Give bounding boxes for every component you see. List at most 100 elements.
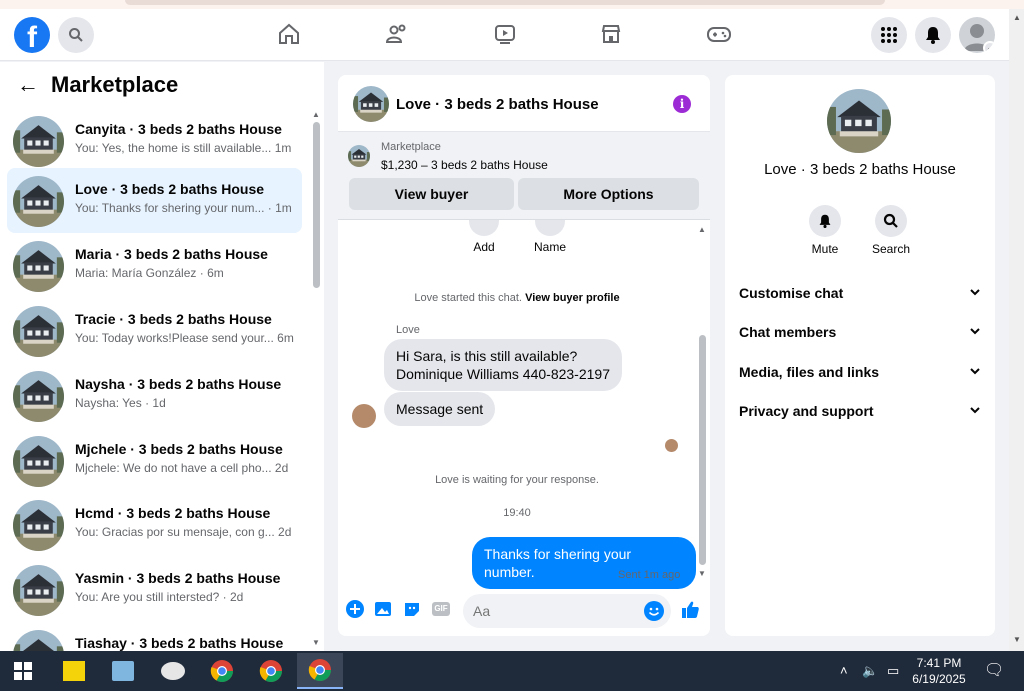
facebook-logo-icon[interactable]: f	[14, 17, 50, 53]
chrome-icon	[308, 659, 331, 681]
listing-thumbnail	[13, 306, 64, 357]
name-label: Name	[534, 240, 567, 254]
info-icon[interactable]: i	[673, 95, 691, 113]
customise-chat-section[interactable]: Customise chat	[739, 285, 981, 301]
conversation-item[interactable]: Maria · 3 beds 2 baths House Maria: Marí…	[7, 233, 302, 298]
listing-thumbnail	[13, 176, 64, 227]
system-clock[interactable]: 7:41 PM 6/19/2025	[905, 655, 973, 687]
notepad-app[interactable]	[100, 653, 146, 689]
add-action[interactable]: Add	[469, 220, 499, 254]
gif-icon[interactable]: GIF	[431, 600, 451, 618]
back-arrow-icon[interactable]: ←	[17, 72, 39, 98]
chrome-profile-2[interactable]	[248, 653, 294, 689]
conversation-item[interactable]: Canyita · 3 beds 2 baths House You: Yes,…	[7, 108, 302, 173]
conversation-preview: Naysha: Yes · 1d	[75, 396, 166, 410]
speaker-icon[interactable]: 🔈	[862, 663, 878, 679]
search-button[interactable]	[58, 17, 94, 53]
chat-details-panel: Love · 3 beds 2 baths House Mute Search …	[725, 75, 995, 636]
inbox-scrollbar[interactable]: ▲ ▼	[310, 110, 322, 650]
chat-members-section[interactable]: Chat members	[739, 324, 981, 340]
conversation-item[interactable]: Mjchele · 3 beds 2 baths House Mjchele: …	[7, 428, 302, 493]
emoji-icon[interactable]	[644, 601, 664, 621]
scroll-down-arrow-icon[interactable]: ▼	[312, 638, 320, 647]
conversation-item[interactable]: Naysha · 3 beds 2 baths House Naysha: Ye…	[7, 363, 302, 428]
listing-thumbnail	[13, 116, 64, 167]
friends-nav-button[interactable]	[384, 21, 410, 47]
conversation-item[interactable]: Hcmd · 3 beds 2 baths House You: Gracias…	[7, 492, 302, 557]
paint-app[interactable]	[150, 653, 196, 689]
chat-panel: Love · 3 beds 2 baths House i Marketplac…	[338, 75, 710, 636]
marketplace-nav-button[interactable]	[598, 21, 624, 47]
chrome-profile-active[interactable]	[297, 653, 343, 689]
outgoing-message[interactable]: Thanks for shering your number.	[472, 537, 696, 589]
listing-thumbnail	[13, 630, 64, 651]
message-composer: GIF	[338, 590, 710, 636]
conversation-preview: Maria: María González · 6m	[75, 266, 224, 280]
plus-icon[interactable]	[346, 600, 364, 618]
notifications-button[interactable]	[915, 17, 951, 53]
scroll-down-arrow-icon[interactable]: ▼	[1013, 635, 1021, 644]
name-action[interactable]: Name	[534, 220, 566, 254]
home-nav-button[interactable]	[276, 21, 302, 47]
scroll-down-arrow-icon[interactable]: ▼	[698, 569, 706, 578]
message-input[interactable]	[463, 594, 671, 628]
gamepad-icon	[707, 27, 731, 42]
started-text: Love started this chat.	[414, 292, 522, 304]
listing-price[interactable]: $1,230 – 3 beds 2 baths House	[381, 158, 548, 172]
sender-avatar[interactable]	[352, 404, 376, 428]
scroll-up-arrow-icon[interactable]: ▲	[1013, 13, 1021, 22]
privacy-support-section[interactable]: Privacy and support	[739, 403, 981, 419]
media-files-section[interactable]: Media, files and links	[739, 364, 981, 380]
conversation-preview: You: Gracias por su mensaje, con g... 2d	[75, 525, 292, 539]
conversation-item[interactable]: Tiashay · 3 beds 2 baths House	[7, 622, 302, 651]
scrollbar-thumb[interactable]	[313, 122, 320, 288]
pencil-icon	[535, 220, 565, 236]
conversation-preview: You: Thanks for shering your num... · 1m	[75, 201, 292, 215]
marketplace-inbox: ← Marketplace ▲ ▼ Canyita · 3 beds 2 bat…	[0, 62, 324, 651]
chevron-down-icon[interactable]: ⌄	[983, 41, 995, 53]
conversation-item[interactable]: Yasmin · 3 beds 2 baths House You: Are y…	[7, 557, 302, 622]
message-thread: Add Name Love started this chat. View bu…	[338, 220, 696, 589]
details-title: Love · 3 beds 2 baths House	[764, 161, 956, 178]
more-options-button[interactable]: More Options	[518, 178, 699, 210]
search-action[interactable]: Search	[872, 205, 910, 256]
listing-photo[interactable]	[827, 89, 891, 153]
view-buyer-button[interactable]: View buyer	[349, 178, 514, 210]
sticky-notes-icon	[63, 661, 85, 681]
chat-avatar[interactable]	[353, 86, 389, 122]
start-button[interactable]	[0, 653, 46, 689]
gaming-nav-button[interactable]	[706, 21, 732, 47]
chevron-up-icon[interactable]: ˄	[840, 663, 848, 678]
search-icon	[69, 28, 83, 42]
incoming-message[interactable]: Message sent	[384, 392, 496, 426]
sticky-notes-app[interactable]	[51, 653, 97, 689]
chrome-profile-f[interactable]	[199, 653, 245, 689]
clock-date: 6/19/2025	[912, 672, 966, 686]
like-thumb-icon[interactable]	[680, 600, 700, 620]
home-icon	[279, 23, 299, 44]
scrollbar-thumb[interactable]	[699, 335, 706, 565]
conversation-preview: You: Today works!Please send your... 6m	[75, 331, 294, 345]
watch-nav-button[interactable]	[492, 21, 518, 47]
thread-scrollbar[interactable]: ▲ ▼	[696, 225, 708, 581]
notifications-center-icon[interactable]: 🗨	[984, 660, 1004, 680]
menu-button[interactable]	[871, 17, 907, 53]
conversation-item[interactable]: Tracie · 3 beds 2 baths House You: Today…	[7, 298, 302, 363]
windows-taskbar: ˄ 🔈 ▭ 7:41 PM 6/19/2025 🗨	[0, 651, 1024, 691]
sticker-icon[interactable]	[403, 600, 421, 618]
clock-time: 7:41 PM	[916, 656, 962, 670]
network-icon[interactable]: ▭	[887, 663, 899, 679]
photo-icon[interactable]	[374, 600, 392, 618]
mute-label: Mute	[811, 242, 839, 256]
bell-icon	[809, 205, 841, 237]
view-buyer-profile-link[interactable]: View buyer profile	[525, 292, 620, 304]
page-scrollbar[interactable]: ▲ ▼	[1009, 9, 1024, 651]
scroll-up-arrow-icon[interactable]: ▲	[698, 225, 706, 234]
conversation-name: Tiashay · 3 beds 2 baths House	[75, 635, 284, 651]
incoming-message[interactable]: Hi Sara, is this still available? Domini…	[384, 339, 622, 391]
mute-action[interactable]: Mute	[809, 205, 841, 256]
conversation-item-active[interactable]: Love · 3 beds 2 baths House You: Thanks …	[7, 168, 302, 233]
scroll-up-arrow-icon[interactable]: ▲	[312, 110, 320, 119]
account-avatar[interactable]: ⌄	[959, 17, 995, 53]
chat-title[interactable]: Love · 3 beds 2 baths House	[396, 96, 599, 113]
